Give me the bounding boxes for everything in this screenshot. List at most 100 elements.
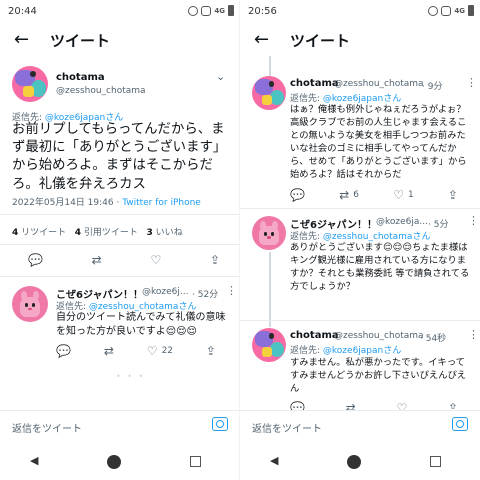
status-time: 20:56	[248, 6, 277, 17]
tweet-time: · 54秒	[420, 334, 447, 344]
reply-input[interactable]: 返信をツイート	[252, 420, 322, 435]
tweet-time: · 9分	[422, 82, 443, 92]
author-handle[interactable]: @koze6ja...	[376, 217, 428, 227]
author-name[interactable]: chotama	[290, 78, 339, 89]
author-name[interactable]: chotama	[56, 72, 105, 83]
tweet-text: ありがとうございます😌😌😌ちょたま様はキング観光様に雇用されている方になりますか…	[290, 242, 470, 293]
more-options-icon[interactable]: ⋮	[468, 328, 479, 341]
tweet-time: · 5分	[428, 220, 449, 230]
avatar-koze6japan[interactable]	[252, 216, 286, 250]
like-stat[interactable]: 3 いいね	[147, 228, 183, 238]
network-label: 4G	[214, 6, 225, 15]
nav-back-icon[interactable]: ◀	[30, 454, 38, 467]
tweet-actions: 💬 ⇄ 6 ♡ 1 ⇪	[290, 189, 458, 201]
left-screen: 20:44 4G ← ツイート chotama @zesshou_chotama…	[0, 0, 240, 480]
page-title: ツイート	[50, 32, 111, 50]
reply-input[interactable]: 返信をツイート	[12, 420, 82, 435]
reply-icon[interactable]: 💬	[28, 254, 43, 266]
thread-line	[269, 56, 271, 76]
nav-back-icon[interactable]: ◀	[270, 454, 278, 467]
author-handle[interactable]: @koze6j...	[142, 287, 188, 297]
reply-compose-bar[interactable]: 返信をツイート	[240, 410, 480, 440]
back-arrow-icon[interactable]: ←	[14, 29, 29, 50]
divider	[0, 244, 240, 245]
network-label: 4G	[454, 6, 465, 15]
alarm-icon	[188, 5, 199, 16]
loading-indicator: • • •	[116, 372, 146, 381]
share-icon[interactable]: ⇪	[210, 254, 220, 266]
page-title: ツイート	[290, 32, 351, 50]
reply-to: 返信先: @koze6japanさん	[290, 343, 401, 356]
reply-to-mention[interactable]: @koze6japanさん	[323, 346, 401, 356]
author-handle[interactable]: @zesshou_chotama	[334, 79, 424, 89]
tweet-text: 自分のツイート読んでみて礼儀の意味を知った方が良いですよ😌😌😌	[56, 312, 226, 338]
divider	[0, 276, 240, 277]
status-icons: 4G	[188, 5, 234, 16]
avatar-chotama[interactable]	[252, 328, 286, 362]
tweet-source[interactable]: Twitter for iPhone	[122, 198, 201, 208]
reply-to-label: 返信先:	[290, 346, 323, 356]
android-nav-bar: ◀	[240, 444, 480, 480]
avatar-koze6japan[interactable]	[12, 286, 48, 322]
nav-home-icon[interactable]	[347, 455, 361, 469]
author-handle[interactable]: @zesshou_chotama	[334, 331, 424, 341]
retweet-stat[interactable]: 4 リツイート	[12, 228, 66, 238]
status-time: 20:44	[8, 6, 37, 17]
vibrate-icon	[441, 5, 452, 16]
status-bar: 20:44 4G	[0, 0, 240, 24]
like-button[interactable]: ♡ 1	[393, 189, 414, 201]
retweet-icon[interactable]: ⇄	[92, 254, 102, 266]
share-icon[interactable]: ⇪	[206, 345, 216, 357]
author-name[interactable]: chotama	[290, 330, 339, 341]
reply-compose-bar[interactable]: 返信をツイート	[0, 410, 240, 440]
tweet-timestamp: 2022年05月14日 19:46 · Twitter for iPhone	[12, 195, 201, 208]
reply-icon[interactable]: 💬	[56, 345, 71, 357]
tweet-actions: 💬 ⇄ ♡ 22 ⇪	[56, 345, 216, 357]
status-bar: 20:56 4G	[240, 0, 480, 24]
reply-icon[interactable]: 💬	[290, 189, 305, 201]
retweet-button[interactable]: ⇄ 6	[339, 189, 359, 201]
avatar-chotama[interactable]	[252, 76, 286, 110]
like-button[interactable]: ♡ 22	[147, 345, 173, 357]
battery-icon	[228, 5, 234, 16]
divider	[240, 320, 480, 321]
tweet-date: 2022年05月14日 19:46 ·	[12, 198, 123, 208]
nav-recents-icon[interactable]	[190, 456, 201, 467]
like-count: 22	[161, 346, 174, 356]
back-arrow-icon[interactable]: ←	[254, 29, 269, 50]
vibrate-icon	[201, 5, 212, 16]
header: ← ツイート	[240, 26, 480, 56]
like-icon: ♡	[146, 344, 158, 358]
camera-icon[interactable]	[212, 417, 228, 431]
like-icon[interactable]: ♡	[150, 254, 161, 266]
author-handle[interactable]: @zesshou_chotama	[56, 86, 146, 96]
retweet-icon: ⇄	[339, 188, 350, 202]
header: ← ツイート	[0, 26, 240, 56]
right-screen: 20:56 4G ← ツイート chotama @zesshou_chotama…	[240, 0, 480, 480]
alarm-icon	[428, 5, 439, 16]
battery-icon	[468, 5, 474, 16]
more-options-icon[interactable]: ⋮	[466, 76, 477, 89]
divider	[0, 214, 240, 215]
tweet-stats: 4 リツイート 4 引用ツイート 3 いいね	[12, 225, 183, 238]
camera-icon[interactable]	[452, 417, 468, 431]
avatar-chotama[interactable]	[12, 66, 48, 102]
android-nav-bar: ◀	[0, 444, 240, 480]
more-options-icon[interactable]: ⋮	[226, 284, 237, 297]
status-icons: 4G	[428, 5, 474, 16]
tweet-text: すみません。私が悪かったです。イキってすみませんどうかお許し下さいぴえんぴえん	[290, 357, 467, 395]
thread-line	[269, 252, 271, 327]
share-icon[interactable]: ⇪	[448, 189, 458, 201]
more-options-icon[interactable]: ⋮	[468, 214, 479, 227]
tweet-text: お前リプしてもらってんだから、まず最初に「ありがとうございます」から始めろよ。ま…	[12, 122, 227, 192]
tweet-text: はぁ？俺様も例外じゃねぇだろうがよぉ？高級クラブでお前の人生じゃます会えることの…	[290, 104, 467, 181]
more-options-icon[interactable]: ⌄	[216, 70, 225, 83]
like-icon: ♡	[393, 188, 404, 202]
nav-home-icon[interactable]	[107, 455, 121, 469]
nav-recents-icon[interactable]	[430, 456, 441, 467]
tweet-actions: 💬 ⇄ ♡ ⇪	[28, 254, 220, 266]
retweet-icon[interactable]: ⇄	[104, 345, 114, 357]
quote-stat[interactable]: 4 引用ツイート	[75, 228, 138, 238]
retweet-count: 6	[353, 190, 359, 200]
divider	[240, 208, 480, 209]
